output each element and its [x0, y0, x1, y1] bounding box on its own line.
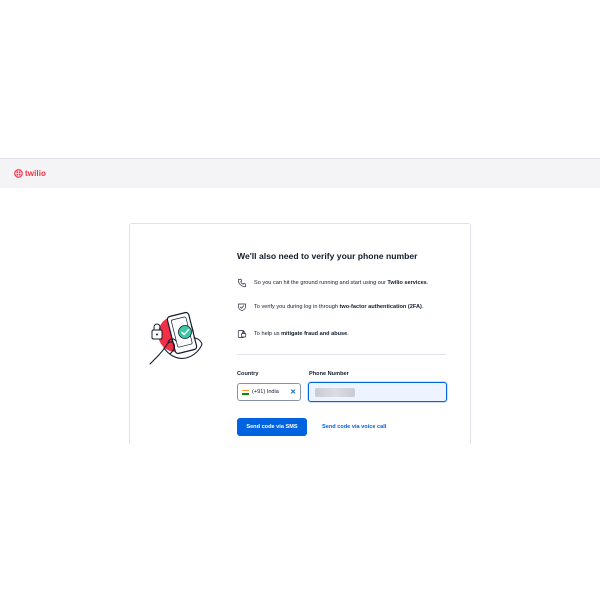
top-header: twilio	[0, 158, 600, 188]
verify-phone-card: We'll also need to verify your phone num…	[129, 223, 471, 444]
redacted-phone-value	[315, 387, 355, 397]
phone-icon	[237, 278, 247, 288]
country-select[interactable]: (+91) India ✕	[237, 383, 301, 401]
twilio-logo-icon	[14, 169, 23, 178]
send-code-voice-link[interactable]: Send code via voice call	[322, 418, 386, 436]
country-value: (+91) India	[252, 389, 279, 395]
phone-number-label: Phone Number	[309, 371, 349, 377]
shield-lock-icon	[237, 330, 247, 338]
send-code-sms-button[interactable]: Send code via SMS	[237, 418, 307, 436]
page-title: We'll also need to verify your phone num…	[237, 251, 418, 261]
reason-item-2fa: To verify you during log in through two-…	[237, 303, 449, 312]
brand-name: twilio	[25, 169, 47, 178]
reason-text: To verify you during log in through two-…	[254, 304, 424, 310]
reason-text: To help us mitigate fraud and abuse.	[254, 331, 349, 337]
reason-item-services: So you can hit the ground running and st…	[237, 278, 449, 288]
phone-verification-illustration	[149, 311, 203, 365]
reason-text: So you can hit the ground running and st…	[254, 280, 429, 286]
clear-country-icon[interactable]: ✕	[290, 388, 296, 396]
twilio-logo[interactable]: twilio	[14, 169, 46, 178]
reason-item-fraud: To help us mitigate fraud and abuse.	[237, 330, 449, 339]
phone-number-input[interactable]	[308, 382, 447, 402]
shield-check-icon	[238, 303, 246, 312]
country-label: Country	[237, 371, 259, 377]
india-flag-icon	[242, 389, 249, 395]
divider	[237, 354, 446, 355]
